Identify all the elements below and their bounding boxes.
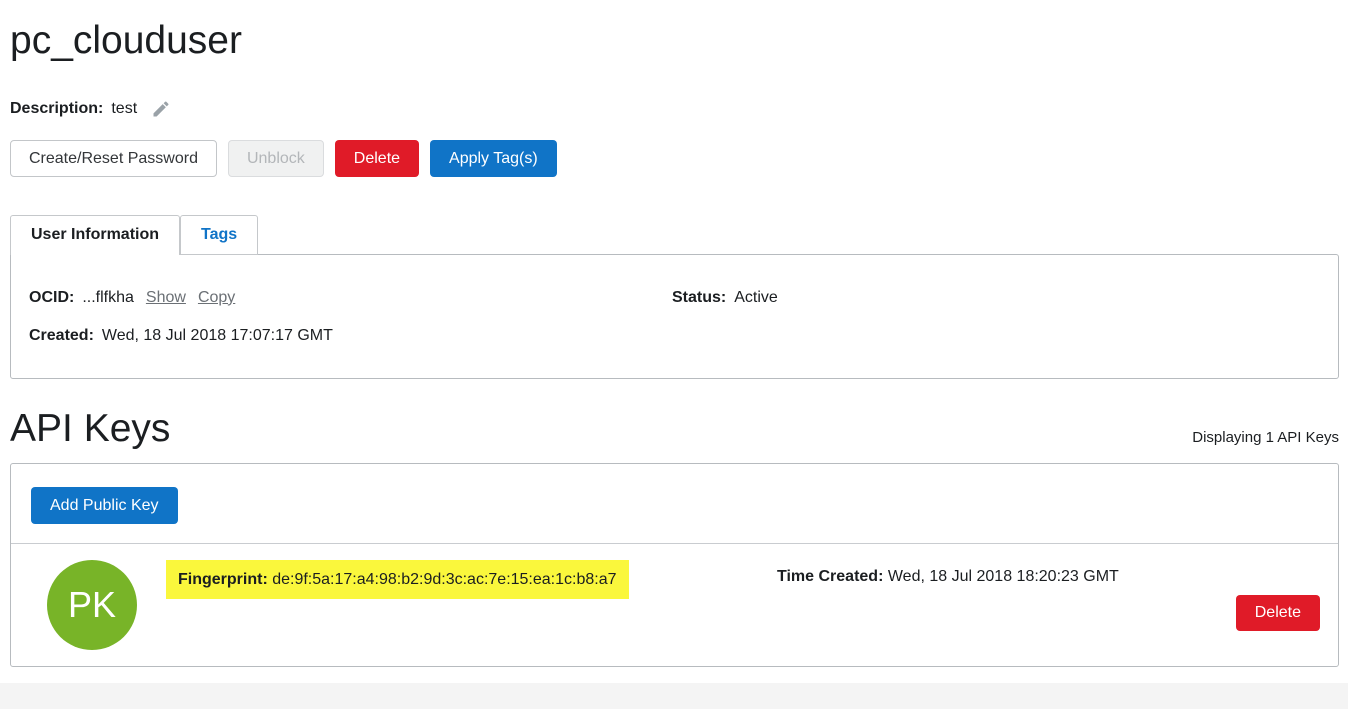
- edit-description-icon[interactable]: [151, 99, 171, 119]
- created-label: Created:: [29, 327, 94, 345]
- description-row: Description: test: [10, 99, 1339, 118]
- tab-bar: User Information Tags: [10, 215, 1339, 255]
- action-buttons: Create/Reset Password Unblock Delete App…: [10, 140, 1339, 177]
- fingerprint-highlight: Fingerprint: de:9f:5a:17:a4:98:b2:9d:3c:…: [166, 560, 629, 599]
- ocid-row: OCID: ...flfkha Show Copy: [29, 288, 672, 307]
- time-created-cell: Time Created: Wed, 18 Jul 2018 18:20:23 …: [751, 568, 1320, 586]
- fingerprint-value: de:9f:5a:17:a4:98:b2:9d:3c:ac:7e:15:ea:1…: [272, 571, 616, 588]
- user-information-grid: OCID: ...flfkha Show Copy Status: Active: [29, 288, 1320, 307]
- api-keys-toolbar: Add Public Key: [11, 464, 1338, 544]
- status-row: Status: Active: [672, 288, 1320, 307]
- delete-user-button[interactable]: Delete: [335, 140, 419, 177]
- description-value: test: [111, 100, 137, 118]
- ocid-copy-link[interactable]: Copy: [198, 289, 235, 307]
- api-keys-header: API Keys Displaying 1 API Keys: [10, 406, 1339, 451]
- public-key-avatar: PK: [47, 560, 137, 650]
- api-keys-count-text: Displaying 1 API Keys: [1192, 429, 1339, 451]
- api-key-row-right: Time Created: Wed, 18 Jul 2018 18:20:23 …: [751, 560, 1320, 631]
- api-key-row: PK Fingerprint: de:9f:5a:17:a4:98:b2:9d:…: [11, 544, 1338, 666]
- api-keys-container: Add Public Key PK Fingerprint: de:9f:5a:…: [10, 463, 1339, 667]
- apply-tags-button[interactable]: Apply Tag(s): [430, 140, 557, 177]
- fingerprint-label: Fingerprint:: [178, 571, 268, 588]
- page-title: pc_clouduser: [10, 18, 1339, 63]
- user-information-panel: OCID: ...flfkha Show Copy Status: Active…: [10, 254, 1339, 379]
- delete-api-key-button[interactable]: Delete: [1236, 595, 1320, 631]
- description-label: Description:: [10, 100, 103, 118]
- ocid-value: ...flfkha: [82, 289, 134, 307]
- created-value: Wed, 18 Jul 2018 17:07:17 GMT: [102, 327, 333, 345]
- status-label: Status:: [672, 289, 726, 307]
- create-reset-password-button[interactable]: Create/Reset Password: [10, 140, 217, 177]
- tab-user-information[interactable]: User Information: [10, 215, 180, 255]
- ocid-label: OCID:: [29, 289, 74, 307]
- fingerprint-cell: Fingerprint: de:9f:5a:17:a4:98:b2:9d:3c:…: [137, 560, 751, 599]
- created-row: Created: Wed, 18 Jul 2018 17:07:17 GMT: [29, 326, 1320, 345]
- page-bottom-area: [0, 683, 1348, 709]
- api-keys-title: API Keys: [10, 406, 170, 451]
- ocid-show-link[interactable]: Show: [146, 289, 186, 307]
- add-public-key-button[interactable]: Add Public Key: [31, 487, 178, 524]
- tab-tags[interactable]: Tags: [180, 215, 258, 255]
- time-created-value: Wed, 18 Jul 2018 18:20:23 GMT: [888, 568, 1119, 585]
- time-created-label: Time Created:: [777, 568, 883, 585]
- main-content: pc_clouduser Description: test Create/Re…: [0, 18, 1348, 667]
- unblock-button[interactable]: Unblock: [228, 140, 324, 177]
- status-value: Active: [734, 289, 778, 307]
